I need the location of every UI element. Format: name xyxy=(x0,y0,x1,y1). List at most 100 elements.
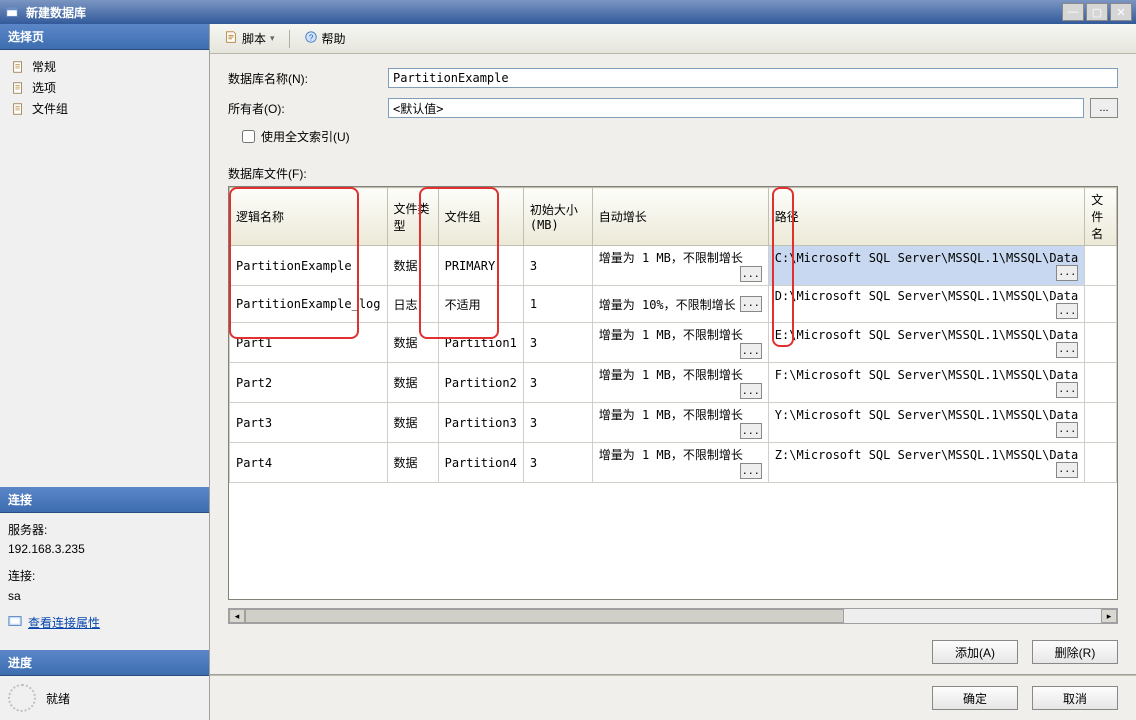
cell-logical[interactable]: PartitionExample_log xyxy=(230,286,388,323)
cell-group[interactable]: 不适用 xyxy=(438,286,523,323)
cell-path[interactable]: Y:\Microsoft SQL Server\MSSQL.1\MSSQL\Da… xyxy=(768,403,1084,443)
files-grid[interactable]: 逻辑名称 文件类型 文件组 初始大小(MB) 自动增长 路径 文件名 Parti… xyxy=(229,187,1117,483)
cell-type[interactable]: 数据 xyxy=(387,403,438,443)
cell-path[interactable]: C:\Microsoft SQL Server\MSSQL.1\MSSQL\Da… xyxy=(768,246,1084,286)
cell-autogrow[interactable]: 增量为 1 MB，不限制增长... xyxy=(592,323,768,363)
cell-group[interactable]: Partition2 xyxy=(438,363,523,403)
cell-logical[interactable]: Part3 xyxy=(230,403,388,443)
autogrow-ellipsis-button[interactable]: ... xyxy=(740,383,762,399)
cell-autogrow[interactable]: 增量为 1 MB，不限制增长... xyxy=(592,443,768,483)
cell-filename[interactable] xyxy=(1085,323,1117,363)
table-row[interactable]: Part4数据Partition43增量为 1 MB，不限制增长...Z:\Mi… xyxy=(230,443,1117,483)
cell-logical[interactable]: PartitionExample xyxy=(230,246,388,286)
cell-group[interactable]: Partition3 xyxy=(438,403,523,443)
fulltext-checkbox[interactable] xyxy=(242,130,255,143)
dbname-input[interactable] xyxy=(388,68,1118,88)
cell-filename[interactable] xyxy=(1085,403,1117,443)
table-row[interactable]: PartitionExample_log日志不适用1增量为 10%，不限制增长.… xyxy=(230,286,1117,323)
path-ellipsis-button[interactable]: ... xyxy=(1056,382,1078,398)
nav-item-2[interactable]: 文件组 xyxy=(4,98,205,119)
cell-path[interactable]: F:\Microsoft SQL Server\MSSQL.1\MSSQL\Da… xyxy=(768,363,1084,403)
connection-header: 连接 xyxy=(0,487,209,513)
window-title: 新建数据库 xyxy=(26,4,1062,21)
cell-autogrow[interactable]: 增量为 1 MB，不限制增长... xyxy=(592,403,768,443)
help-button[interactable]: ? 帮助 xyxy=(298,28,352,49)
cell-path[interactable]: D:\Microsoft SQL Server\MSSQL.1\MSSQL\Da… xyxy=(768,286,1084,323)
cell-path[interactable]: E:\Microsoft SQL Server\MSSQL.1\MSSQL\Da… xyxy=(768,323,1084,363)
add-button[interactable]: 添加(A) xyxy=(932,640,1018,664)
table-row[interactable]: Part2数据Partition23增量为 1 MB，不限制增长...F:\Mi… xyxy=(230,363,1117,403)
autogrow-ellipsis-button[interactable]: ... xyxy=(740,266,762,282)
owner-browse-button[interactable]: ... xyxy=(1090,98,1118,118)
grid-hscrollbar[interactable]: ◂ ▸ xyxy=(228,608,1118,624)
nav-item-0[interactable]: 常规 xyxy=(4,56,205,77)
path-ellipsis-button[interactable]: ... xyxy=(1056,342,1078,358)
left-panel: 选择页 常规选项文件组 连接 服务器: 192.168.3.235 连接: sa… xyxy=(0,24,210,720)
cell-autogrow[interactable]: 增量为 1 MB，不限制增长... xyxy=(592,363,768,403)
cell-type[interactable]: 数据 xyxy=(387,246,438,286)
col-size[interactable]: 初始大小(MB) xyxy=(523,188,592,246)
files-grid-wrap: 逻辑名称 文件类型 文件组 初始大小(MB) 自动增长 路径 文件名 Parti… xyxy=(228,186,1118,600)
cell-filename[interactable] xyxy=(1085,363,1117,403)
cell-filename[interactable] xyxy=(1085,246,1117,286)
cancel-button[interactable]: 取消 xyxy=(1032,686,1118,710)
nav-item-label: 选项 xyxy=(32,79,56,96)
maximize-button[interactable]: ▢ xyxy=(1086,3,1108,21)
autogrow-ellipsis-button[interactable]: ... xyxy=(740,423,762,439)
cell-logical[interactable]: Part2 xyxy=(230,363,388,403)
owner-input[interactable] xyxy=(388,98,1084,118)
cell-filename[interactable] xyxy=(1085,443,1117,483)
scroll-right-icon[interactable]: ▸ xyxy=(1101,609,1117,623)
col-logical[interactable]: 逻辑名称 xyxy=(230,188,388,246)
remove-button[interactable]: 删除(R) xyxy=(1032,640,1118,664)
minimize-button[interactable]: — xyxy=(1062,3,1084,21)
cell-size[interactable]: 3 xyxy=(523,363,592,403)
nav-item-1[interactable]: 选项 xyxy=(4,77,205,98)
cell-size[interactable]: 3 xyxy=(523,403,592,443)
toolbar-separator xyxy=(289,30,290,48)
path-ellipsis-button[interactable]: ... xyxy=(1056,422,1078,438)
cell-type[interactable]: 数据 xyxy=(387,323,438,363)
autogrow-ellipsis-button[interactable]: ... xyxy=(740,296,762,312)
page-icon xyxy=(10,101,26,117)
cell-group[interactable]: Partition1 xyxy=(438,323,523,363)
cell-type[interactable]: 数据 xyxy=(387,443,438,483)
path-ellipsis-button[interactable]: ... xyxy=(1056,462,1078,478)
cell-logical[interactable]: Part1 xyxy=(230,323,388,363)
cell-autogrow[interactable]: 增量为 10%，不限制增长... xyxy=(592,286,768,323)
autogrow-ellipsis-button[interactable]: ... xyxy=(740,343,762,359)
form-area: 数据库名称(N): 所有者(O): ... 使用全文索引(U) xyxy=(210,54,1136,165)
col-autogrow[interactable]: 自动增长 xyxy=(592,188,768,246)
path-ellipsis-button[interactable]: ... xyxy=(1056,303,1078,319)
cell-path[interactable]: Z:\Microsoft SQL Server\MSSQL.1\MSSQL\Da… xyxy=(768,443,1084,483)
col-group[interactable]: 文件组 xyxy=(438,188,523,246)
window-icon xyxy=(4,4,20,20)
cell-filename[interactable] xyxy=(1085,286,1117,323)
page-icon xyxy=(10,59,26,75)
table-row[interactable]: Part1数据Partition13增量为 1 MB，不限制增长...E:\Mi… xyxy=(230,323,1117,363)
cell-group[interactable]: PRIMARY xyxy=(438,246,523,286)
cell-group[interactable]: Partition4 xyxy=(438,443,523,483)
conn-label: 连接: xyxy=(8,567,201,586)
col-filename[interactable]: 文件名 xyxy=(1085,188,1117,246)
cell-size[interactable]: 3 xyxy=(523,323,592,363)
path-ellipsis-button[interactable]: ... xyxy=(1056,265,1078,281)
table-row[interactable]: Part3数据Partition33增量为 1 MB，不限制增长...Y:\Mi… xyxy=(230,403,1117,443)
cell-logical[interactable]: Part4 xyxy=(230,443,388,483)
col-type[interactable]: 文件类型 xyxy=(387,188,438,246)
cell-autogrow[interactable]: 增量为 1 MB，不限制增长... xyxy=(592,246,768,286)
cell-size[interactable]: 3 xyxy=(523,246,592,286)
col-path[interactable]: 路径 xyxy=(768,188,1084,246)
cell-size[interactable]: 3 xyxy=(523,443,592,483)
scroll-left-icon[interactable]: ◂ xyxy=(229,609,245,623)
table-row[interactable]: PartitionExample数据PRIMARY3增量为 1 MB，不限制增长… xyxy=(230,246,1117,286)
ok-button[interactable]: 确定 xyxy=(932,686,1018,710)
progress-header: 进度 xyxy=(0,650,209,676)
script-button[interactable]: 脚本 ▾ xyxy=(218,28,281,49)
cell-type[interactable]: 数据 xyxy=(387,363,438,403)
autogrow-ellipsis-button[interactable]: ... xyxy=(740,463,762,479)
cell-type[interactable]: 日志 xyxy=(387,286,438,323)
close-button[interactable]: ✕ xyxy=(1110,3,1132,21)
cell-size[interactable]: 1 xyxy=(523,286,592,323)
view-connection-properties-link[interactable]: 查看连接属性 xyxy=(28,614,100,633)
